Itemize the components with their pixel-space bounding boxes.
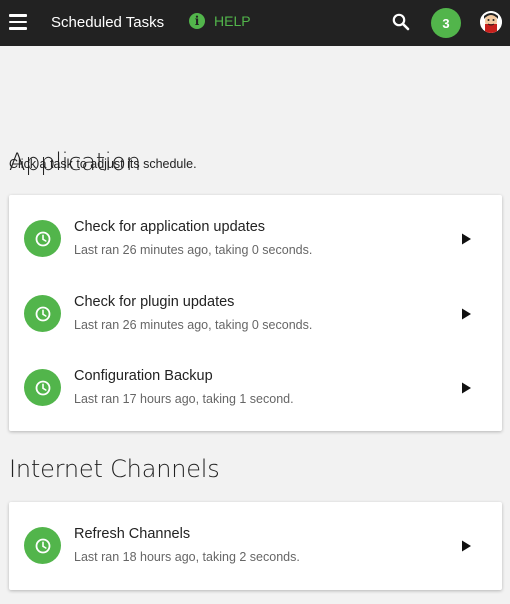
play-icon[interactable] (460, 307, 472, 320)
section-title-application: Application (9, 148, 141, 176)
task-card-application: Check for application updates Last ran 2… (9, 195, 502, 431)
task-last-run: Last ran 26 minutes ago, taking 0 second… (74, 243, 313, 257)
task-last-run: Last ran 17 hours ago, taking 1 second. (74, 392, 294, 406)
hamburger-menu-icon[interactable] (9, 13, 27, 31)
clock-icon (24, 369, 61, 406)
app-header: Scheduled Tasks i HELP 3 (0, 0, 510, 46)
clock-icon (24, 295, 61, 332)
task-item[interactable]: Check for plugin updates Last ran 26 min… (9, 270, 502, 344)
task-last-run: Last ran 18 hours ago, taking 2 seconds. (74, 550, 300, 564)
task-name: Check for application updates (74, 219, 266, 235)
clock-icon (24, 527, 61, 564)
section-title-internet-channels: Internet Channels (9, 455, 220, 483)
help-link[interactable]: i HELP (189, 13, 251, 29)
play-icon[interactable] (460, 381, 472, 394)
play-icon[interactable] (460, 539, 472, 552)
user-avatar[interactable] (480, 11, 502, 33)
notifications-badge[interactable]: 3 (431, 8, 461, 38)
page-title: Scheduled Tasks (51, 14, 165, 31)
task-name: Configuration Backup (74, 368, 213, 384)
play-icon[interactable] (460, 232, 472, 245)
task-card-internet-channels: Refresh Channels Last ran 18 hours ago, … (9, 502, 502, 590)
help-label: HELP (214, 13, 251, 29)
clock-icon (24, 220, 61, 257)
task-item[interactable]: Configuration Backup Last ran 17 hours a… (9, 344, 502, 418)
task-last-run: Last ran 26 minutes ago, taking 0 second… (74, 318, 313, 332)
task-name: Check for plugin updates (74, 294, 235, 310)
task-name: Refresh Channels (74, 526, 191, 542)
task-item[interactable]: Refresh Channels Last ran 18 hours ago, … (9, 502, 502, 576)
info-icon: i (189, 13, 205, 29)
notification-count: 3 (442, 15, 450, 31)
search-icon[interactable] (391, 12, 411, 32)
task-item[interactable]: Check for application updates Last ran 2… (9, 195, 502, 269)
